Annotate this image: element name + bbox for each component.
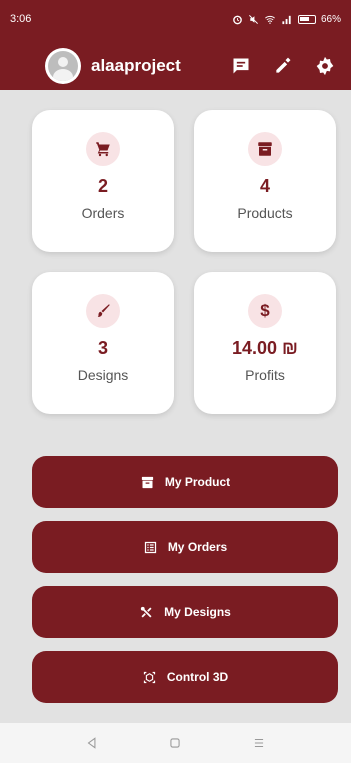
- mute-icon: [249, 14, 258, 24]
- home-icon: [170, 738, 181, 748]
- brush-icon: [97, 304, 110, 317]
- chat-button[interactable]: [231, 56, 251, 76]
- alarm-icon: [233, 15, 242, 24]
- profits-card[interactable]: $ 14.00 ₪ Profits: [194, 272, 336, 414]
- tools-icon: [141, 606, 152, 617]
- control-3d-button[interactable]: Control 3D: [32, 651, 338, 703]
- status-time: 3:06: [10, 13, 32, 25]
- archive-icon: [141, 476, 153, 488]
- settings-button[interactable]: [315, 56, 335, 76]
- designs-count: 3: [97, 338, 108, 358]
- products-count: 4: [259, 176, 270, 196]
- products-card[interactable]: 4 Products: [194, 110, 336, 252]
- list-icon: [144, 541, 156, 553]
- archive-icon: [258, 142, 272, 156]
- nav-home-button[interactable]: [168, 736, 182, 750]
- app-bar-actions: [231, 56, 335, 76]
- nav-recents-button[interactable]: [252, 736, 266, 750]
- signal-icon: [282, 15, 291, 24]
- products-label: Products: [237, 205, 293, 221]
- designs-card[interactable]: 3 Designs: [32, 272, 174, 414]
- battery-icon: [297, 14, 316, 24]
- wifi-icon: [265, 15, 275, 24]
- top-bar: 3:06 66% alaaproject: [0, 0, 351, 90]
- dollar-icon: $: [260, 301, 270, 320]
- my-designs-label: My Designs: [164, 605, 231, 619]
- edit-icon: [276, 57, 291, 73]
- settings-icon: [316, 56, 334, 76]
- my-orders-button[interactable]: My Orders: [32, 521, 338, 573]
- orders-count: 2: [97, 176, 108, 196]
- chat-icon: [233, 58, 249, 74]
- 3d-rotate-icon: [143, 671, 155, 683]
- recents-icon: [255, 738, 264, 748]
- edit-button[interactable]: [273, 56, 293, 76]
- avatar[interactable]: [45, 48, 81, 84]
- cart-icon: [96, 142, 110, 157]
- app-bar: alaaproject: [0, 42, 351, 90]
- designs-label: Designs: [77, 367, 129, 383]
- archive-icon-badge: [248, 132, 282, 166]
- cart-icon-badge: [86, 132, 120, 166]
- battery-level: 66%: [320, 13, 341, 25]
- status-bar: 3:06 66%: [0, 0, 351, 38]
- dollar-icon-badge: $: [248, 294, 282, 328]
- my-designs-button[interactable]: My Designs: [32, 586, 338, 638]
- control-3d-label: Control 3D: [166, 670, 229, 684]
- my-orders-label: My Orders: [167, 540, 228, 554]
- status-icons: 66%: [232, 14, 341, 25]
- my-product-label: My Product: [164, 475, 231, 489]
- my-product-button[interactable]: My Product: [32, 456, 338, 508]
- profits-label: Profits: [245, 367, 285, 383]
- system-nav-bar: [0, 723, 351, 763]
- brush-icon-badge: [86, 294, 120, 328]
- nav-back-button[interactable]: [85, 736, 99, 750]
- orders-card[interactable]: 2 Orders: [32, 110, 174, 252]
- orders-label: Orders: [81, 205, 125, 221]
- back-icon: [87, 737, 96, 749]
- profits-amount: 14.00 ₪: [232, 338, 298, 358]
- username: alaaproject: [91, 56, 181, 75]
- avatar-placeholder-icon: [48, 51, 78, 81]
